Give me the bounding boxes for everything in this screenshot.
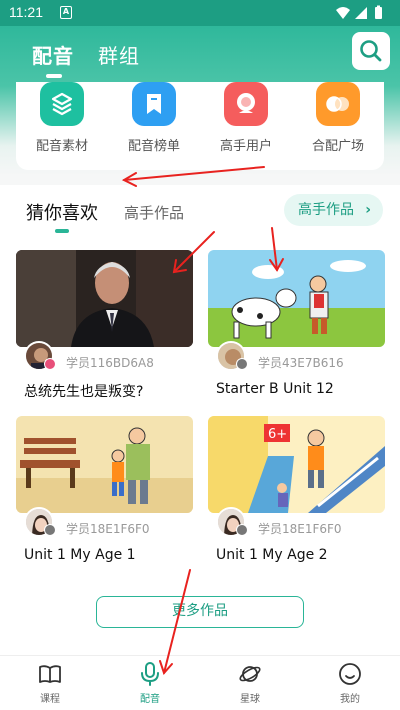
smile-icon [339,663,361,685]
duet-icon [316,82,360,126]
work-card[interactable]: 6+ 学员18E1F6F0 Unit 1 My Age 2 [208,416,385,568]
work-user: 学员116BD6A8 [66,356,154,370]
category-expert-users[interactable]: 高手用户 [206,82,286,154]
layers-icon [40,82,84,126]
tab-groups[interactable]: 群组 [98,40,140,69]
work-thumbnail [208,250,385,347]
user-avatar-icon [224,82,268,126]
work-card[interactable]: 学员18E1F6F0 Unit 1 My Age 1 [16,416,193,568]
status-time: 11:21 [9,4,43,20]
search-icon [360,40,382,62]
planet-icon [239,666,261,682]
microphone-icon [141,662,159,686]
expert-works-button[interactable]: 高手作品 › [284,194,383,226]
status-bar: 11:21 A [0,0,400,26]
work-title: 总统先生也是叛变? [24,384,144,400]
work-title: Starter B Unit 12 [216,381,334,397]
work-user: 学员43E7B616 [258,356,344,370]
nav-label: 星球 [240,694,260,705]
user-badge-icon [236,358,248,370]
chevron-right-icon: › [365,202,371,218]
status-indicators-icon [336,5,382,19]
svg-text:6+: 6+ [268,427,287,442]
work-card[interactable]: 学员116BD6A8 总统先生也是叛变? [16,250,193,402]
nav-label: 课程 [40,694,60,705]
category-duet-square[interactable]: 合配广场 [298,82,378,154]
user-badge-icon [44,524,56,536]
nav-label: 配音 [140,694,160,705]
tab-expert-works[interactable]: 高手作品 [124,202,184,223]
tab-dubbing[interactable]: 配音 [32,40,74,78]
user-badge-icon [44,358,56,370]
bookmark-icon [132,82,176,126]
work-user: 学员18E1F6F0 [66,522,150,536]
work-user: 学员18E1F6F0 [258,522,342,536]
search-button[interactable] [352,32,390,70]
nav-planet[interactable]: 星球 [220,656,280,710]
category-panel: 配音素材 配音榜单 高手用户 合配广场 [16,82,384,170]
notification-icon: A [60,6,72,19]
category-label: 合配广场 [311,139,364,154]
work-thumbnail [16,416,193,513]
nav-mine[interactable]: 我的 [320,656,380,710]
more-works-button[interactable]: 更多作品 [96,596,304,628]
work-card[interactable]: 学员43E7B616 Starter B Unit 12 [208,250,385,402]
user-badge-icon [236,524,248,536]
work-thumbnail [16,250,193,347]
category-label: 高手用户 [219,139,272,154]
nav-dubbing[interactable]: 配音 [120,656,180,710]
category-label: 配音榜单 [127,139,180,154]
category-ranking[interactable]: 配音榜单 [114,82,194,154]
book-icon [39,665,61,683]
category-label: 配音素材 [35,139,88,154]
work-title: Unit 1 My Age 2 [216,547,328,563]
nav-courses[interactable]: 课程 [20,656,80,710]
category-material[interactable]: 配音素材 [22,82,102,154]
expert-works-label: 高手作品 [298,202,354,218]
work-title: Unit 1 My Age 1 [24,547,136,563]
work-thumbnail: 6+ [208,416,385,513]
bottom-navigation: 课程 配音 星球 我的 [0,655,400,710]
nav-label: 我的 [340,694,360,705]
active-tab-indicator [55,229,69,233]
tab-guess-you-like[interactable]: 猜你喜欢 [26,199,98,225]
